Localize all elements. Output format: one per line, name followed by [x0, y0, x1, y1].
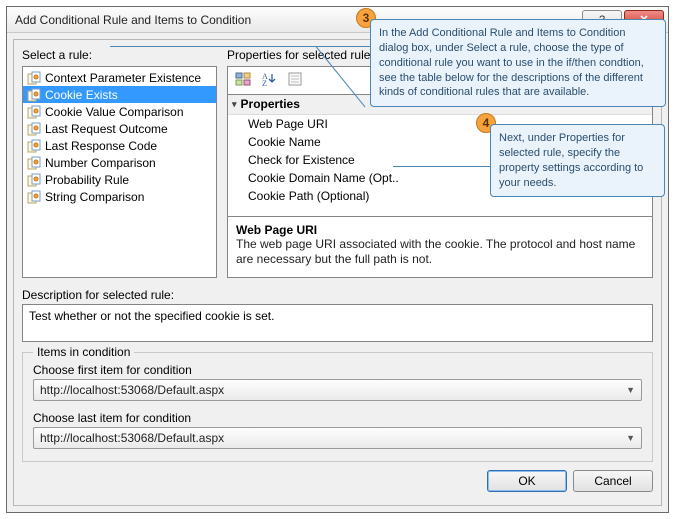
- items-group: Items in condition Choose first item for…: [22, 352, 653, 462]
- first-item-value: http://localhost:53068/Default.aspx: [40, 383, 620, 397]
- categorize-icon: [235, 71, 251, 90]
- property-description-box: Web Page URI The web page URI associated…: [227, 217, 653, 278]
- last-item-combo[interactable]: http://localhost:53068/Default.aspx ▼: [33, 427, 642, 449]
- rule-item-label: Cookie Value Comparison: [45, 105, 184, 119]
- rule-item[interactable]: String Comparison: [23, 188, 216, 205]
- rule-item[interactable]: Last Response Code: [23, 137, 216, 154]
- rule-column: Select a rule: Context Parameter Existen…: [22, 48, 217, 278]
- property-description-title: Web Page URI: [236, 223, 644, 237]
- rule-item-label: Context Parameter Existence: [45, 71, 201, 85]
- ok-button[interactable]: OK: [487, 470, 567, 492]
- callout-line: [393, 166, 493, 167]
- rule-item-label: Number Comparison: [45, 156, 156, 170]
- rule-icon: [27, 122, 41, 136]
- rule-item[interactable]: Cookie Value Comparison: [23, 103, 216, 120]
- rule-item[interactable]: Cookie Exists: [23, 86, 216, 103]
- choose-first-label: Choose first item for condition: [33, 363, 642, 377]
- chevron-down-icon: ▼: [620, 433, 635, 443]
- dialog-body: Select a rule: Context Parameter Existen…: [13, 39, 662, 506]
- rule-item-label: Cookie Exists: [45, 88, 118, 102]
- rule-icon: [27, 71, 41, 85]
- choose-last-label: Choose last item for condition: [33, 411, 642, 425]
- button-row: OK Cancel: [22, 470, 653, 492]
- rule-description-text: Test whether or not the specified cookie…: [29, 309, 274, 323]
- categorize-button[interactable]: [232, 69, 254, 91]
- select-rule-label: Select a rule:: [22, 48, 217, 62]
- sort-button[interactable]: AZ: [258, 69, 280, 91]
- rule-icon: [27, 156, 41, 170]
- rule-description-field: Test whether or not the specified cookie…: [22, 304, 653, 342]
- rule-item-label: Probability Rule: [45, 173, 129, 187]
- first-item-combo[interactable]: http://localhost:53068/Default.aspx ▼: [33, 379, 642, 401]
- callout-4: Next, under Properties for selected rule…: [490, 124, 665, 197]
- rule-description-label: Description for selected rule:: [22, 288, 653, 302]
- rule-item[interactable]: Probability Rule: [23, 171, 216, 188]
- rule-icon: [27, 88, 41, 102]
- rule-item-label: Last Request Outcome: [45, 122, 168, 136]
- property-description-body: The web page URI associated with the coo…: [236, 237, 644, 267]
- items-legend: Items in condition: [33, 345, 134, 359]
- page-icon: [287, 71, 303, 90]
- cancel-button[interactable]: Cancel: [573, 470, 653, 492]
- last-item-value: http://localhost:53068/Default.aspx: [40, 431, 620, 445]
- rule-icon: [27, 190, 41, 204]
- chevron-down-icon: ▼: [620, 385, 635, 395]
- rule-icon: [27, 105, 41, 119]
- rule-item-label: String Comparison: [45, 190, 144, 204]
- property-pages-button[interactable]: [284, 69, 306, 91]
- callout-3-text: In the Add Conditional Rule and Items to…: [379, 27, 644, 98]
- rule-item[interactable]: Number Comparison: [23, 154, 216, 171]
- rule-item[interactable]: Last Request Outcome: [23, 120, 216, 137]
- properties-header-label: Properties: [241, 97, 300, 111]
- callout-4-text: Next, under Properties for selected rule…: [499, 132, 643, 189]
- callout-3: In the Add Conditional Rule and Items to…: [370, 19, 666, 107]
- rule-icon: [27, 139, 41, 153]
- svg-text:Z: Z: [262, 79, 267, 87]
- rule-icon: [27, 173, 41, 187]
- rule-listbox[interactable]: Context Parameter Existence Cookie Exists…: [22, 66, 217, 278]
- sort-icon: AZ: [261, 71, 277, 90]
- rule-item[interactable]: Context Parameter Existence: [23, 69, 216, 86]
- collapse-icon: ▾: [232, 99, 237, 110]
- callout-line: [110, 46, 370, 47]
- rule-item-label: Last Response Code: [45, 139, 157, 153]
